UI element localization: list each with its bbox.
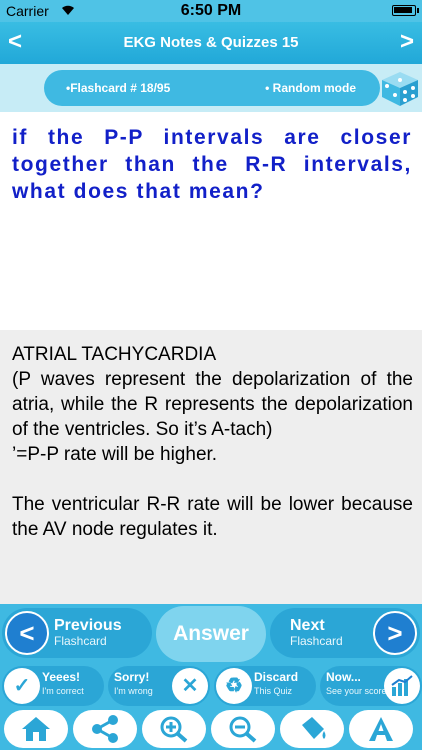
color-fill-button[interactable] bbox=[280, 710, 344, 748]
zoom-in-icon bbox=[160, 716, 188, 743]
status-time: 6:50 PM bbox=[180, 2, 242, 19]
zoom-out-icon bbox=[229, 716, 257, 743]
previous-label: Previous bbox=[54, 617, 122, 634]
correct-label: Yeees! bbox=[42, 670, 81, 684]
bucket-icon bbox=[302, 717, 326, 739]
correct-button[interactable]: ✓ Yeees! I'm correct bbox=[2, 666, 104, 706]
wrong-sublabel: I'm wrong bbox=[114, 686, 153, 696]
nav-title: EKG Notes & Quizzes 15 bbox=[123, 34, 299, 51]
answer-button[interactable]: Answer bbox=[156, 606, 266, 662]
cross-icon: ✕ bbox=[172, 668, 208, 704]
next-sublabel: Flashcard bbox=[290, 634, 343, 648]
previous-flashcard-button[interactable]: < Previous Flashcard bbox=[2, 608, 152, 658]
discard-label: Discard bbox=[254, 670, 299, 684]
home-icon bbox=[22, 717, 50, 741]
correct-sublabel: I'm correct bbox=[42, 686, 84, 696]
wrong-button[interactable]: Sorry! I'm wrong ✕ bbox=[108, 666, 210, 706]
text-size-button[interactable] bbox=[349, 710, 413, 748]
answer-line: ATRIAL TACHYCARDIA bbox=[12, 344, 217, 365]
status-bar: Carrier 6:50 PM bbox=[0, 0, 422, 22]
chevron-left-icon: < bbox=[5, 611, 49, 655]
flashcard-info-pill: •Flashcard # 18/95 • Random mode bbox=[44, 70, 380, 106]
flashcard-counter: •Flashcard # 18/95 bbox=[66, 81, 171, 95]
forward-button[interactable]: > bbox=[400, 28, 414, 56]
battery-icon bbox=[392, 5, 416, 16]
score-sublabel: See your score bbox=[326, 686, 387, 696]
score-label: Now... bbox=[326, 670, 361, 684]
answer-line: (P waves represent the depolarization of… bbox=[12, 369, 413, 440]
question-panel: if the P-P intervals are closer together… bbox=[0, 112, 422, 330]
answer-line bbox=[12, 467, 413, 492]
answer-line: The ventricular R-R rate will be lower b… bbox=[12, 494, 413, 540]
text-icon bbox=[369, 717, 393, 741]
see-score-button[interactable]: Now... See your score bbox=[320, 666, 422, 706]
discard-quiz-button[interactable]: ♻ Discard This Quiz bbox=[214, 666, 316, 706]
share-button[interactable] bbox=[73, 710, 137, 748]
answer-text: ATRIAL TACHYCARDIA (P waves represent th… bbox=[12, 342, 413, 542]
home-button[interactable] bbox=[4, 710, 68, 748]
recycle-icon: ♻ bbox=[216, 668, 252, 704]
nav-bar: < EKG Notes & Quizzes 15 > bbox=[0, 22, 422, 64]
answer-panel: ATRIAL TACHYCARDIA (P waves represent th… bbox=[0, 330, 422, 604]
flashcard-info-bar: •Flashcard # 18/95 • Random mode bbox=[0, 64, 422, 112]
answer-line: ’=P-P rate will be higher. bbox=[12, 444, 218, 465]
random-mode-label[interactable]: • Random mode bbox=[265, 81, 356, 95]
discard-sublabel: This Quiz bbox=[254, 686, 293, 696]
zoom-out-button[interactable] bbox=[211, 710, 275, 748]
zoom-in-button[interactable] bbox=[142, 710, 206, 748]
battery-tip bbox=[417, 8, 419, 13]
previous-sublabel: Flashcard bbox=[54, 634, 107, 648]
wrong-label: Sorry! bbox=[114, 670, 150, 684]
chevron-right-icon: > bbox=[373, 611, 417, 655]
share-icon bbox=[92, 715, 118, 743]
dice-icon[interactable] bbox=[380, 70, 420, 108]
checkmark-icon: ✓ bbox=[4, 668, 40, 704]
next-flashcard-button[interactable]: Next Flashcard > bbox=[270, 608, 420, 658]
question-text: if the P-P intervals are closer together… bbox=[12, 126, 412, 203]
next-label: Next bbox=[290, 617, 325, 634]
bar-chart-icon bbox=[384, 668, 420, 704]
